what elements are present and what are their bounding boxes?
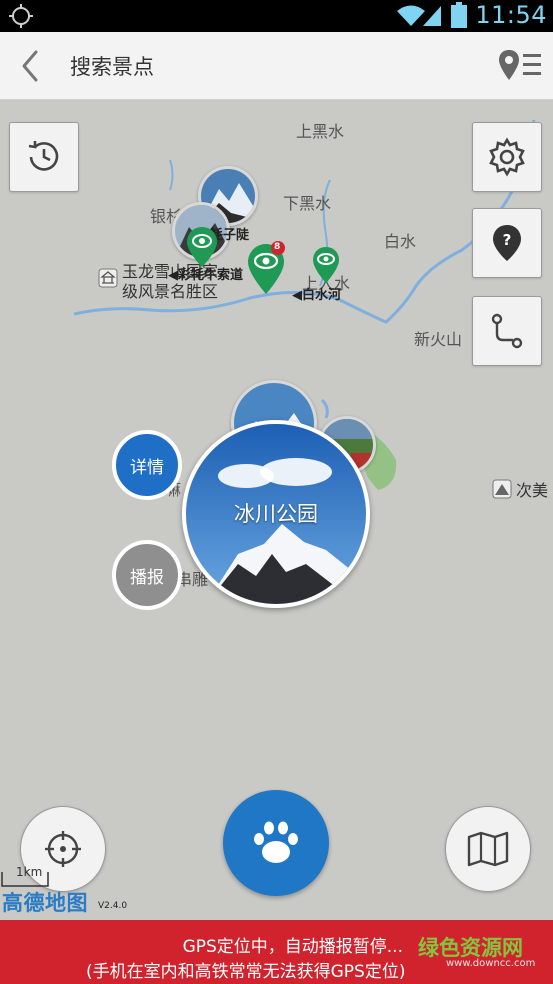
map-icon — [467, 831, 509, 867]
eye-pin-icon[interactable] — [186, 226, 218, 268]
settings-button[interactable] — [472, 122, 542, 192]
scale-label: 1km — [16, 865, 43, 879]
route-button[interactable] — [472, 296, 542, 366]
place-label: 上黑水 — [296, 122, 345, 141]
gear-icon — [489, 137, 525, 177]
gps-hint-text: (手机在室内和高铁常常无法获得GPS定位) — [86, 962, 406, 982]
speaker-icon: ◀ — [292, 288, 302, 303]
spot-label: ◀白水河 — [292, 284, 341, 303]
back-arrow-icon[interactable] — [14, 46, 48, 86]
svg-text:?: ? — [503, 231, 512, 249]
place-label: 新火山 — [414, 330, 463, 349]
title-bar: 搜索景点 — [0, 32, 553, 100]
guide-paw-button[interactable] — [223, 790, 329, 896]
route-icon — [491, 313, 523, 349]
history-icon — [28, 141, 59, 171]
map-view[interactable]: 上黑水 下黑水 白水 银杉 上人水 新火山 玉龙雪山国家 级风景名胜区 次美 牦… — [0, 100, 553, 920]
help-button[interactable]: ? — [472, 208, 542, 278]
history-button[interactable] — [9, 122, 79, 192]
mountain-icon — [492, 479, 512, 499]
detail-button[interactable]: 详情 — [112, 430, 182, 500]
poi-list-icon[interactable] — [497, 48, 543, 84]
spot-preview[interactable]: 冰川公园 — [182, 420, 370, 608]
signal-icon — [423, 6, 441, 26]
spot-label-text: 白水河 — [302, 288, 342, 303]
watermark-url: www.downcc.com — [446, 958, 536, 969]
spot-label-text: 彩牦牛索道 — [178, 268, 244, 283]
page-title: 搜索景点 — [70, 55, 154, 79]
pin-badge: 8 — [274, 242, 281, 252]
crosshair-icon — [45, 831, 81, 867]
gps-status-banner: GPS定位中，自动播报暂停... (手机在室内和高铁常常无法获得GPS定位) 绿… — [0, 920, 553, 984]
place-label: 下黑水 — [283, 194, 332, 213]
battery-icon — [451, 2, 467, 28]
clock: 11:54 — [475, 1, 547, 29]
gps-status-text: GPS定位中，自动播报暂停... — [182, 937, 403, 957]
speaker-icon: ◀ — [168, 268, 178, 283]
place-label: 白水 — [384, 232, 417, 251]
status-bar: 11:54 — [0, 0, 553, 32]
version-label: V2.4.0 — [98, 901, 128, 911]
paw-icon — [254, 821, 298, 863]
help-pin-icon: ? — [493, 225, 521, 261]
eye-pin-icon[interactable] — [246, 240, 288, 296]
place-label: 次美 — [516, 481, 549, 500]
broadcast-button[interactable]: 播报 — [112, 540, 182, 610]
spot-title: 冰川公园 — [234, 502, 318, 526]
eye-pin-icon[interactable] — [312, 246, 340, 284]
map-provider-logo: 高德地图 — [2, 891, 88, 915]
map-layers-button[interactable] — [445, 806, 531, 892]
gps-icon — [9, 4, 33, 28]
scenic-area-icon — [98, 268, 118, 288]
